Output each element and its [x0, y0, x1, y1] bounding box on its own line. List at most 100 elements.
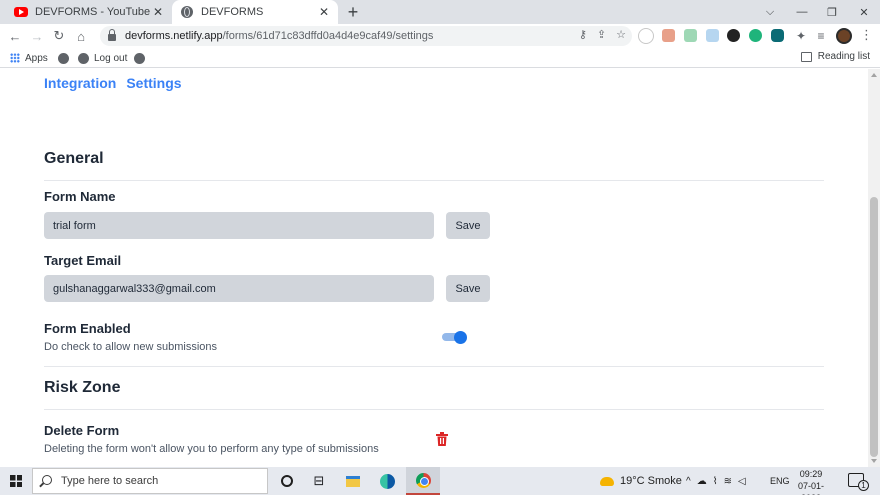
wifi-icon[interactable]: ≋ — [724, 476, 732, 487]
tab-search-icon[interactable]: ⌵ — [754, 0, 786, 24]
delete-form-description: Deleting the form won't allow you to per… — [44, 443, 379, 455]
search-icon — [42, 475, 52, 485]
form-name-label: Form Name — [44, 189, 116, 204]
divider — [44, 366, 824, 367]
notification-icon[interactable]: 1 — [848, 473, 869, 491]
scroll-up-arrow-icon[interactable] — [871, 73, 877, 77]
delete-form-label: Delete Form — [44, 423, 120, 438]
home-icon[interactable]: ⌂ — [72, 27, 90, 45]
clock-time: 09:29 — [799, 469, 823, 479]
page-scrollbar[interactable] — [868, 69, 880, 467]
globe-icon — [58, 52, 69, 64]
form-name-input[interactable] — [44, 212, 434, 239]
extension-icon[interactable] — [638, 28, 654, 44]
lock-icon — [108, 29, 116, 41]
cortana-icon[interactable] — [278, 472, 296, 490]
search-placeholder: Type here to search — [61, 475, 159, 487]
notification-count: 1 — [858, 480, 869, 491]
tab-devforms[interactable]: DEVFORMS ✕ — [172, 0, 338, 24]
apps-grid-icon — [10, 53, 20, 63]
nav-link-integration[interactable]: Integration — [44, 75, 116, 91]
globe-icon — [78, 52, 89, 64]
extension-icon[interactable] — [706, 29, 719, 42]
language-indicator[interactable]: ENG — [770, 467, 790, 495]
form-enabled-description: Do check to allow new submissions — [44, 341, 218, 353]
extension-icon[interactable] — [771, 29, 784, 42]
taskbar-clock[interactable]: 09:29 07-01-2022 — [790, 468, 832, 495]
close-icon[interactable]: ✕ — [316, 4, 332, 20]
key-icon[interactable]: ⚷ — [579, 28, 587, 41]
scroll-down-arrow-icon[interactable] — [871, 459, 877, 463]
trash-icon[interactable] — [436, 432, 448, 446]
section-title-general: General — [44, 150, 104, 167]
address-bar[interactable]: devforms.netlify.app /forms/61d71c83dffd… — [100, 26, 632, 46]
bookmark-globe[interactable] — [134, 51, 145, 65]
puzzle-extensions-icon[interactable]: ✦ — [792, 27, 810, 45]
chrome-taskbar-icon[interactable] — [406, 467, 440, 495]
scrollbar-thumb[interactable] — [870, 197, 878, 457]
settings-page: Integration Settings General Form Name S… — [0, 69, 868, 467]
bookmark-star-icon[interactable]: ☆ — [616, 28, 626, 41]
bookmark-logout[interactable]: Log out — [78, 51, 127, 65]
clock-date: 07-01-2022 — [797, 481, 824, 495]
avatar[interactable] — [836, 28, 852, 44]
chrome-icon — [416, 473, 431, 488]
extension-icon[interactable] — [662, 29, 675, 42]
tab-youtube[interactable]: DEVFORMS - YouTube ✕ — [6, 0, 172, 24]
globe-icon — [180, 5, 194, 19]
extension-icon[interactable] — [684, 29, 697, 42]
tab-title: DEVFORMS - YouTube — [35, 6, 150, 18]
weather-haze-icon — [600, 476, 614, 486]
taskbar-search-box[interactable]: Type here to search — [32, 468, 268, 494]
menu-kebab-icon[interactable]: ⋮ — [860, 27, 873, 43]
bookmarks-bar: Apps Log out Reading list — [0, 48, 880, 68]
form-enabled-toggle[interactable] — [442, 331, 468, 344]
url-host: devforms.netlify.app — [125, 30, 223, 42]
save-target-email-button[interactable]: Save — [446, 275, 490, 302]
restore-button[interactable]: ❐ — [816, 0, 848, 24]
weather-text: 19°C Smoke — [620, 475, 682, 487]
file-explorer-icon[interactable] — [344, 472, 362, 490]
minimize-button[interactable]: — — [786, 0, 818, 24]
back-arrow-icon[interactable]: ← — [6, 27, 24, 45]
media-control-icon[interactable]: ≡ — [812, 27, 830, 45]
window-close-button[interactable]: ✕ — [848, 0, 880, 24]
reading-list-label: Reading list — [817, 51, 870, 62]
browser-toolbar: ← → ↻ ⌂ devforms.netlify.app /forms/61d7… — [0, 24, 880, 48]
weather-widget[interactable]: 19°C Smoke — [600, 467, 682, 495]
windows-taskbar: Type here to search ⊟ 19°C Smoke ^ ☁ ⌇ ≋… — [0, 467, 880, 495]
target-email-label: Target Email — [44, 253, 122, 268]
chevron-up-icon[interactable]: ^ — [686, 476, 691, 487]
reading-list[interactable]: Reading list — [800, 51, 870, 62]
system-tray: ^ ☁ ⌇ ≋ ◁ — [686, 467, 746, 495]
url-path: /forms/61d71c83dffd0a4d4e9caf49/settings — [222, 30, 434, 42]
grammarly-icon[interactable] — [749, 29, 762, 42]
reload-icon[interactable]: ↻ — [50, 27, 68, 45]
youtube-icon — [14, 5, 28, 19]
reading-list-icon — [800, 51, 812, 62]
bookmark-globe[interactable] — [58, 51, 69, 65]
new-tab-button[interactable]: + — [342, 1, 364, 23]
volume-icon[interactable]: ◁ — [738, 476, 746, 487]
onedrive-icon[interactable]: ☁ — [697, 476, 707, 487]
form-nav: Integration Settings — [44, 75, 182, 91]
form-enabled-label: Form Enabled — [44, 321, 131, 336]
save-form-name-button[interactable]: Save — [446, 212, 490, 239]
edge-icon[interactable] — [378, 472, 396, 490]
nav-link-settings[interactable]: Settings — [126, 75, 181, 91]
toggle-knob — [454, 331, 467, 344]
globe-icon — [134, 52, 145, 64]
target-email-input[interactable] — [44, 275, 434, 302]
close-icon[interactable]: ✕ — [150, 4, 166, 20]
extension-icon[interactable] — [727, 29, 740, 42]
section-title-risk-zone: Risk Zone — [44, 379, 121, 396]
bookmark-label: Log out — [94, 52, 128, 64]
divider — [44, 180, 824, 181]
network-icon[interactable]: ⌇ — [713, 476, 718, 487]
task-view-icon[interactable]: ⊟ — [310, 472, 328, 490]
forward-arrow-icon[interactable]: → — [28, 27, 46, 45]
windows-start-icon[interactable] — [10, 475, 22, 487]
tab-title: DEVFORMS — [201, 6, 264, 18]
bookmark-apps[interactable]: Apps — [10, 51, 48, 65]
share-icon[interactable]: ⇪ — [597, 28, 606, 41]
